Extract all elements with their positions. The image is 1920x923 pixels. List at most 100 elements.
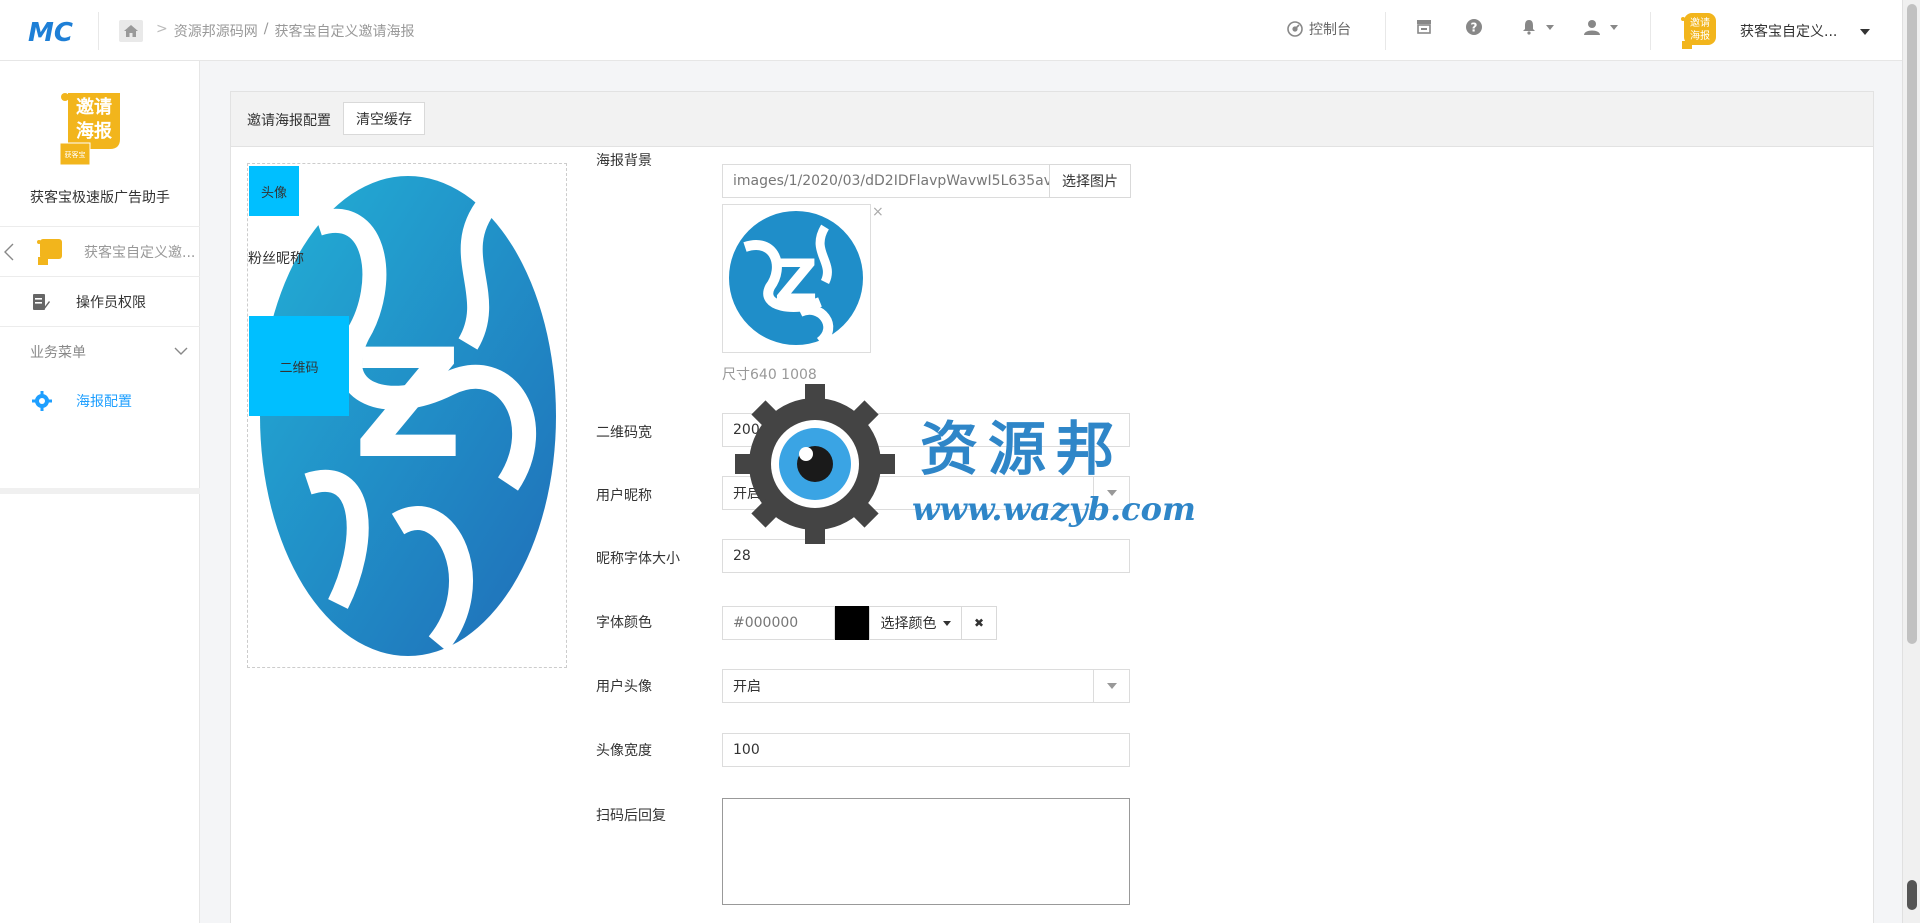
poster-config-label: 海报配置 bbox=[76, 394, 132, 410]
svg-text:邀请: 邀请 bbox=[1690, 16, 1710, 29]
module-icon bbox=[37, 239, 62, 265]
account-name-dropdown[interactable]: 获客宝自定义... bbox=[1740, 21, 1870, 41]
font-color-swatch[interactable] bbox=[835, 606, 869, 640]
breadcrumb-item-current: 获客宝自定义邀请海报 bbox=[274, 24, 415, 40]
poster-bg-thumbnail: Z bbox=[722, 204, 871, 353]
breadcrumb: > 资源邦源码网 / 获客宝自定义邀请海报 bbox=[156, 21, 414, 41]
module-name: 获客宝自定义邀... bbox=[84, 245, 196, 261]
breadcrumb-item-site[interactable]: 资源邦源码网 bbox=[174, 21, 258, 41]
divider bbox=[98, 12, 99, 50]
font-color-value: #000000 bbox=[733, 615, 799, 631]
app-name: 获客宝极速版广告助手 bbox=[30, 190, 170, 206]
console-label: 控制台 bbox=[1309, 22, 1351, 38]
store-button[interactable] bbox=[1416, 19, 1432, 34]
svg-text:海报: 海报 bbox=[76, 120, 112, 142]
poster-preview: Z 头像 粉丝昵称 二维码 bbox=[247, 163, 567, 668]
svg-text:Z: Z bbox=[354, 318, 463, 492]
poster-background: Z bbox=[260, 176, 556, 656]
avatar-toggle-label: 用户头像 bbox=[596, 679, 652, 695]
help-button[interactable]: ? bbox=[1466, 19, 1482, 35]
avatar-select[interactable]: 开启 bbox=[722, 669, 1130, 703]
notification-dropdown[interactable] bbox=[1522, 19, 1554, 35]
preview-qrcode-block[interactable]: 二维码 bbox=[249, 316, 349, 416]
brand-logo[interactable]: MC bbox=[28, 16, 78, 46]
remove-image-icon[interactable]: × bbox=[872, 204, 884, 220]
nick-font-size-input[interactable]: 28 bbox=[722, 539, 1130, 573]
preview-avatar-block[interactable]: 头像 bbox=[249, 166, 299, 216]
watermark-url: www.wazyb.com bbox=[912, 490, 1196, 528]
chevron-down-icon bbox=[174, 347, 188, 355]
poster-bg-label: 海报背景 bbox=[596, 153, 652, 169]
svg-text:获客宝: 获客宝 bbox=[65, 150, 86, 159]
chevron-down-icon bbox=[1610, 24, 1618, 30]
breadcrumb-slash: / bbox=[263, 21, 269, 37]
home-button[interactable] bbox=[119, 20, 143, 42]
svg-text:邀请: 邀请 bbox=[76, 96, 112, 118]
clear-color-button[interactable]: ✖ bbox=[961, 606, 997, 640]
bell-icon bbox=[1523, 20, 1535, 35]
tab-poster-config[interactable]: 邀请海报配置 bbox=[247, 110, 331, 130]
operator-permission-label: 操作员权限 bbox=[76, 295, 146, 311]
scrollbar-thumb-secondary[interactable] bbox=[1907, 880, 1917, 910]
chevron-down-icon bbox=[1546, 24, 1554, 30]
help-icon: ? bbox=[1466, 19, 1482, 35]
clear-cache-button[interactable]: 清空缓存 bbox=[343, 102, 425, 135]
font-color-input[interactable]: #000000 bbox=[722, 606, 835, 640]
preview-nickname[interactable]: 粉丝昵称 bbox=[248, 248, 304, 268]
panel-header: 邀请海报配置 清空缓存 bbox=[231, 92, 1873, 147]
account-avatar[interactable]: 邀请 海报 bbox=[1680, 11, 1720, 51]
app-logo: 邀请 海报 获客宝 bbox=[59, 93, 120, 166]
divider bbox=[0, 488, 200, 494]
user-dropdown[interactable] bbox=[1584, 19, 1618, 35]
divider bbox=[1650, 12, 1651, 50]
sidebar-item-operator-permission[interactable]: 操作员权限 bbox=[0, 276, 200, 326]
avatar-width-value: 100 bbox=[733, 742, 760, 758]
edit-icon bbox=[33, 294, 50, 310]
scan-reply-textarea[interactable] bbox=[722, 798, 1130, 905]
poster-bg-value: images/1/2020/03/dD2IDFlavpWavwI5L635av bbox=[733, 173, 1050, 189]
divider bbox=[1385, 12, 1386, 50]
svg-text:MC: MC bbox=[28, 18, 73, 46]
choose-image-button[interactable]: 选择图片 bbox=[1049, 164, 1131, 198]
svg-text:?: ? bbox=[1471, 21, 1478, 35]
choose-color-label: 选择颜色 bbox=[880, 616, 937, 632]
vertical-scrollbar[interactable] bbox=[1902, 0, 1920, 923]
scrollbar-thumb[interactable] bbox=[1907, 4, 1917, 644]
chevron-left-icon bbox=[4, 243, 14, 261]
chevron-down-icon bbox=[942, 620, 951, 626]
avatar-width-input[interactable]: 100 bbox=[722, 733, 1130, 767]
home-icon bbox=[124, 25, 138, 37]
chevron-down-icon bbox=[1093, 670, 1129, 702]
avatar-width-label: 头像宽度 bbox=[596, 743, 652, 759]
back-to-module[interactable]: 获客宝自定义邀... bbox=[0, 226, 200, 276]
choose-color-button[interactable]: 选择颜色 bbox=[869, 606, 962, 640]
store-icon bbox=[1417, 20, 1431, 34]
poster-bg-input[interactable]: images/1/2020/03/dD2IDFlavpWavwI5L635av bbox=[722, 164, 1050, 198]
scan-reply-label: 扫码后回复 bbox=[596, 808, 666, 824]
sidebar-item-poster-config[interactable]: 海报配置 bbox=[0, 376, 200, 426]
svg-text:Z: Z bbox=[774, 247, 818, 317]
font-color-label: 字体颜色 bbox=[596, 615, 652, 631]
nick-font-size-value: 28 bbox=[733, 548, 751, 564]
qr-width-value: 200 bbox=[733, 422, 760, 438]
business-menu-label: 业务菜单 bbox=[30, 345, 86, 361]
qr-width-label: 二维码宽 bbox=[596, 425, 652, 441]
poster-thumbnail-image: Z bbox=[729, 211, 863, 346]
top-bar: MC > 资源邦源码网 / 获客宝自定义邀请海报 控制台 ? 邀请 海报 获客宝… bbox=[0, 0, 1902, 61]
nickname-label: 用户昵称 bbox=[596, 488, 652, 504]
user-icon bbox=[1584, 20, 1600, 35]
nick-font-size-label: 昵称字体大小 bbox=[596, 551, 680, 567]
gear-icon bbox=[32, 391, 52, 411]
console-link[interactable]: 控制台 bbox=[1287, 19, 1351, 39]
nickname-value: 开启 bbox=[733, 486, 761, 502]
dashboard-icon bbox=[1287, 21, 1303, 37]
avatar-value: 开启 bbox=[733, 679, 761, 695]
sidebar: 邀请 海报 获客宝 获客宝极速版广告助手 获客宝自定义邀... 操作员权限 业务… bbox=[0, 61, 200, 923]
business-menu-toggle[interactable]: 业务菜单 bbox=[0, 326, 200, 376]
watermark-title: 资源邦 bbox=[920, 415, 1125, 483]
size-hint: 尺寸640 1008 bbox=[722, 367, 817, 383]
breadcrumb-separator-icon: > bbox=[156, 21, 168, 37]
account-name: 获客宝自定义... bbox=[1740, 24, 1838, 40]
svg-text:海报: 海报 bbox=[1690, 29, 1710, 42]
chevron-down-icon bbox=[1859, 29, 1870, 35]
